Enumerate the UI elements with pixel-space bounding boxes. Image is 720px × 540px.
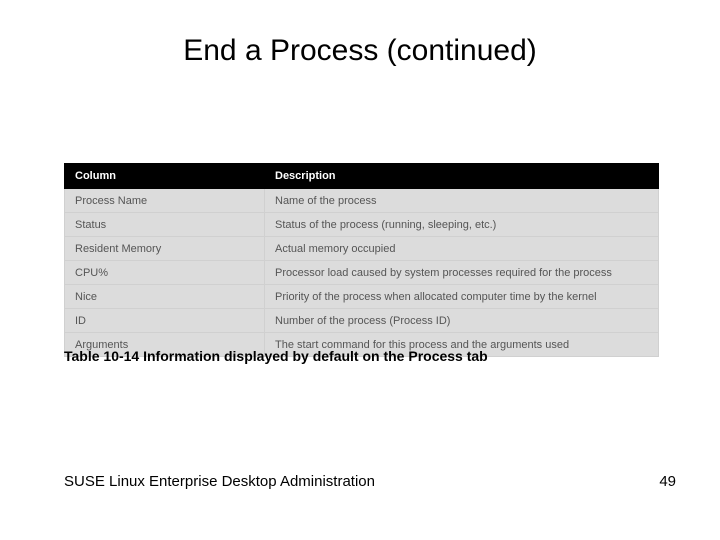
table-header-row: Column Description	[65, 164, 659, 189]
cell-column: Status	[65, 213, 265, 237]
table-caption: Table 10-14 Information displayed by def…	[64, 348, 488, 364]
table-row: Nice Priority of the process when alloca…	[65, 285, 659, 309]
slide: End a Process (continued) Column Descrip…	[0, 0, 720, 540]
page-title: End a Process (continued)	[0, 34, 720, 68]
table-row: Status Status of the process (running, s…	[65, 213, 659, 237]
cell-description: Number of the process (Process ID)	[265, 309, 659, 333]
col-header-column: Column	[65, 164, 265, 189]
table-row: Process Name Name of the process	[65, 189, 659, 213]
footer-title: SUSE Linux Enterprise Desktop Administra…	[64, 473, 375, 490]
cell-column: Nice	[65, 285, 265, 309]
table-row: Resident Memory Actual memory occupied	[65, 237, 659, 261]
cell-description: Name of the process	[265, 189, 659, 213]
cell-column: CPU%	[65, 261, 265, 285]
cell-description: Actual memory occupied	[265, 237, 659, 261]
col-header-description: Description	[265, 164, 659, 189]
cell-column: Process Name	[65, 189, 265, 213]
page-number: 49	[659, 473, 676, 490]
table-row: ID Number of the process (Process ID)	[65, 309, 659, 333]
table-row: CPU% Processor load caused by system pro…	[65, 261, 659, 285]
cell-description: Priority of the process when allocated c…	[265, 285, 659, 309]
process-columns-table: Column Description Process Name Name of …	[64, 163, 659, 357]
cell-description: Processor load caused by system processe…	[265, 261, 659, 285]
cell-column: Resident Memory	[65, 237, 265, 261]
cell-description: Status of the process (running, sleeping…	[265, 213, 659, 237]
table: Column Description Process Name Name of …	[64, 163, 659, 357]
cell-column: ID	[65, 309, 265, 333]
